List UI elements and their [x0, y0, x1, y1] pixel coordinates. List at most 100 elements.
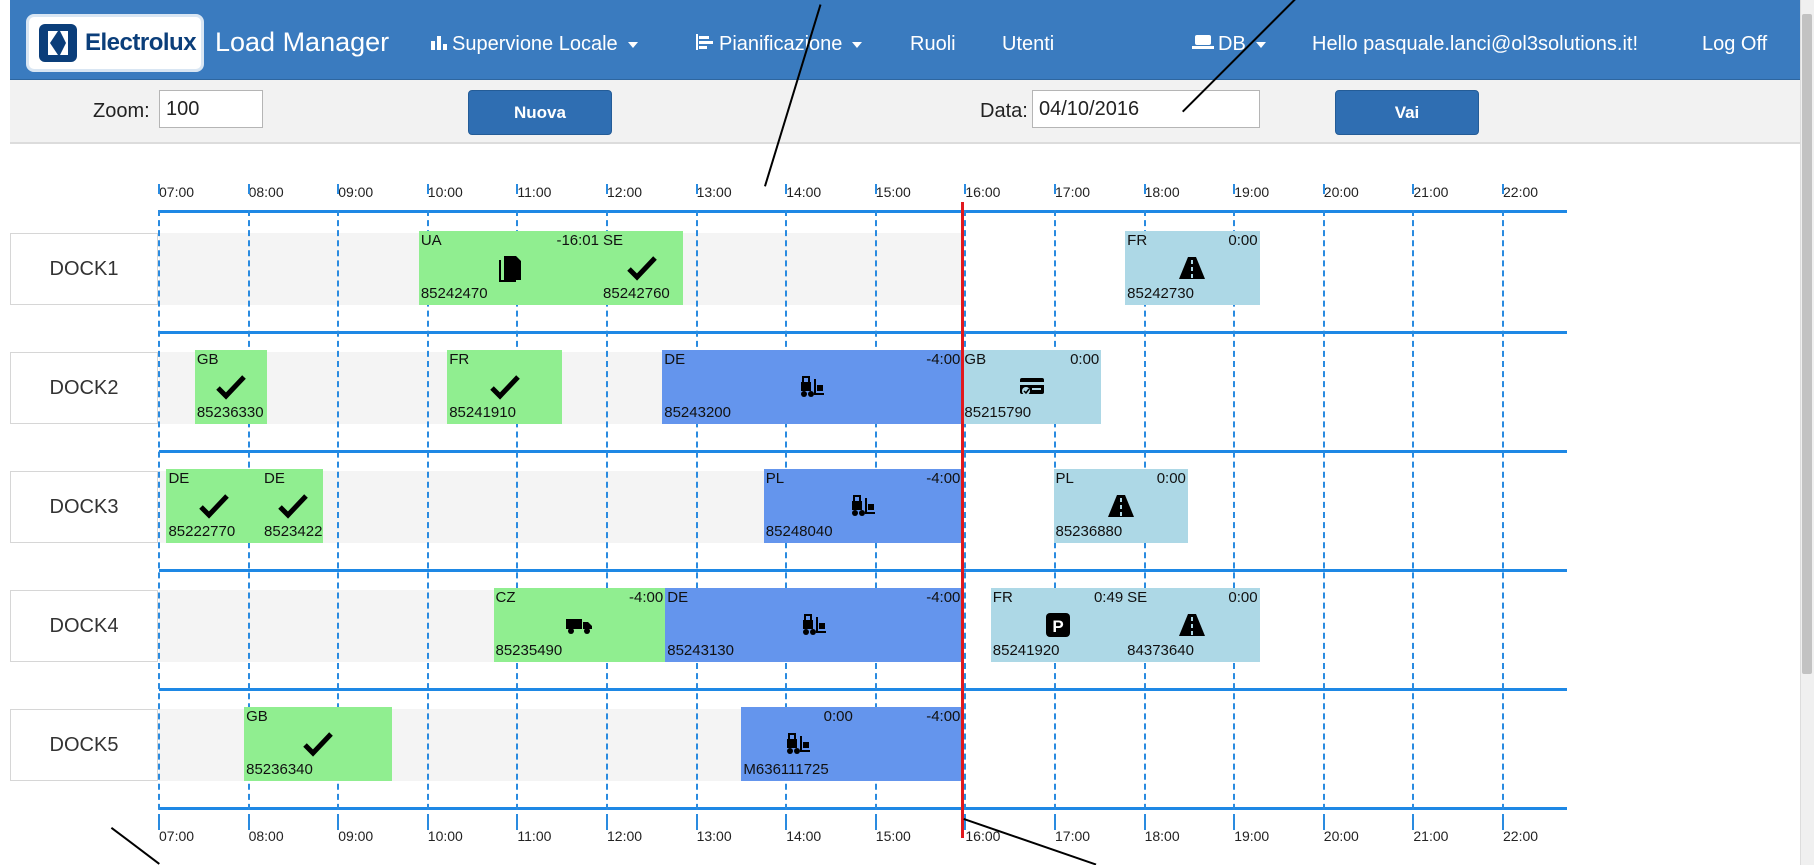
- svg-text:P: P: [1052, 617, 1063, 636]
- time-axis-tick-bottom: 22:00: [1503, 828, 1539, 844]
- hour-gridline: [695, 210, 698, 820]
- booking-block[interactable]: DE 85234220: [262, 469, 324, 543]
- brand-logo-link[interactable]: Electrolux: [26, 14, 204, 72]
- zoom-input[interactable]: 100: [159, 90, 263, 128]
- time-axis-tick-top: 11:00: [517, 184, 552, 200]
- booking-code: 85242730: [1127, 285, 1194, 302]
- booking-block[interactable]: DE 85222770: [166, 469, 263, 543]
- database-icon: [1192, 33, 1214, 56]
- booking-block[interactable]: DE -4:00 85243200: [662, 350, 963, 424]
- time-axis-tick-bottom: 08:00: [248, 828, 284, 844]
- booking-country: GB: [964, 351, 987, 368]
- time-axis-tick-top: 15:00: [875, 184, 911, 200]
- booking-block[interactable]: PL 0:00 85236880: [1053, 469, 1188, 543]
- zoom-label: Zoom:: [93, 100, 150, 122]
- axis-tick-mark: [1143, 820, 1146, 830]
- booking-time-delta: -4:00: [629, 589, 664, 606]
- booking-country: GB: [196, 351, 219, 368]
- axis-tick-mark: [158, 820, 160, 830]
- truck-icon: [564, 610, 594, 640]
- booking-country: DE: [264, 470, 285, 487]
- booking-code: 85248040: [765, 523, 833, 540]
- booking-time-delta: 0:49: [1093, 589, 1124, 606]
- booking-block[interactable]: DE -4:00 85243130: [665, 588, 963, 662]
- axis-tick-mark: [785, 820, 788, 830]
- booking-block[interactable]: 0:00 M636111725: [741, 707, 855, 781]
- booking-block[interactable]: FR 0:00 85242730: [1125, 231, 1260, 305]
- axis-tick-mark: [695, 184, 698, 194]
- row-separator: [159, 569, 1567, 572]
- check-icon: [199, 491, 230, 521]
- scrollbar-thumb[interactable]: [1802, 14, 1812, 674]
- booking-block[interactable]: GB 85236330: [194, 350, 267, 424]
- row-separator: [159, 807, 1567, 810]
- booking-code: 84373640: [1127, 642, 1194, 659]
- booking-time-delta: -16:01: [556, 232, 599, 249]
- axis-tick-mark: [247, 184, 250, 194]
- time-axis-tick-top: 21:00: [1413, 184, 1449, 200]
- time-axis-tick-top: 18:00: [1144, 184, 1180, 200]
- documents-icon: [495, 253, 525, 283]
- axis-tick-mark: [964, 820, 967, 830]
- logoff-link[interactable]: Log Off: [1702, 33, 1767, 56]
- time-axis-tick-bottom: 21:00: [1413, 828, 1449, 844]
- vertical-scrollbar[interactable]: [1800, 0, 1814, 865]
- axis-tick-mark: [874, 184, 877, 194]
- check-icon: [215, 372, 246, 402]
- dock-label[interactable]: DOCK4: [10, 590, 158, 662]
- booking-country: FR: [992, 589, 1013, 606]
- time-axis-tick-top: 10:00: [427, 184, 463, 200]
- axis-tick-mark: [426, 184, 429, 194]
- nav-ruoli[interactable]: Ruoli: [910, 33, 956, 56]
- booking-code: 85236330: [196, 404, 264, 421]
- app-title[interactable]: Load Manager: [215, 27, 389, 58]
- booking-country: CZ: [495, 589, 516, 606]
- chevron-down-icon: [627, 41, 638, 48]
- date-input[interactable]: 04/10/2016: [1032, 90, 1260, 128]
- axis-tick-mark: [337, 820, 340, 830]
- booking-block[interactable]: GB 85236340: [244, 707, 392, 781]
- nav-pianificazione-label: Pianificazione: [719, 33, 843, 55]
- hour-gridline: [1322, 210, 1325, 820]
- booking-block[interactable]: UA -16:01 85242470: [418, 231, 601, 305]
- axis-tick-mark: [964, 184, 967, 194]
- booking-time-delta: 0:00: [1156, 470, 1186, 487]
- booking-block[interactable]: PL -4:00 85248040: [763, 469, 963, 543]
- booking-code: 85235490: [495, 642, 563, 659]
- nav-supervisione-locale[interactable]: Supervione Locale: [430, 33, 638, 56]
- booking-block[interactable]: FR 85241910: [447, 350, 563, 424]
- axis-tick-mark: [247, 820, 250, 830]
- time-axis-tick-top: 14:00: [786, 184, 822, 200]
- nav-ruoli-label: Ruoli: [910, 33, 956, 55]
- nav-utenti[interactable]: Utenti: [1002, 33, 1054, 56]
- booking-block[interactable]: SE 85242760: [601, 231, 684, 305]
- user-greeting[interactable]: Hello pasquale.lanci@ol3solutions.it!: [1312, 33, 1638, 56]
- new-button[interactable]: Nuova: [468, 90, 612, 135]
- parking-icon: P: [1043, 610, 1073, 640]
- hour-gridline: [1502, 210, 1504, 820]
- nav-pianificazione[interactable]: Pianificazione: [695, 33, 863, 56]
- row-separator: [159, 331, 1567, 334]
- booking-country: UA: [420, 232, 442, 249]
- dock-label[interactable]: DOCK5: [10, 709, 158, 781]
- dock-label[interactable]: DOCK3: [10, 471, 158, 543]
- booking-block[interactable]: GB 0:00 85215790: [962, 350, 1102, 424]
- hour-gridline: [964, 210, 967, 820]
- booking-block[interactable]: -4:00: [854, 707, 963, 781]
- user-greeting-text: Hello pasquale.lanci@ol3solutions.it!: [1312, 33, 1639, 55]
- go-button[interactable]: Vai: [1335, 90, 1479, 135]
- dock-label[interactable]: DOCK1: [10, 233, 158, 305]
- booking-block[interactable]: SE 0:00 84373640: [1125, 588, 1260, 662]
- forklift-icon: [783, 729, 813, 759]
- time-axis-tick-top: 08:00: [248, 184, 284, 200]
- booking-time-delta: -4:00: [926, 351, 961, 368]
- time-axis-tick-top: 17:00: [1055, 184, 1091, 200]
- booking-code: 85215790: [964, 404, 1032, 421]
- time-axis-tick-bottom: 14:00: [786, 828, 822, 844]
- dock-label[interactable]: DOCK2: [10, 352, 158, 424]
- booking-block[interactable]: FR 0:49 85241920 P: [990, 588, 1126, 662]
- booking-time-delta: 0:00: [1228, 589, 1258, 606]
- time-axis-tick-bottom: 13:00: [696, 828, 732, 844]
- booking-block[interactable]: CZ -4:00 85235490: [493, 588, 666, 662]
- payment-card-icon: [1017, 372, 1047, 402]
